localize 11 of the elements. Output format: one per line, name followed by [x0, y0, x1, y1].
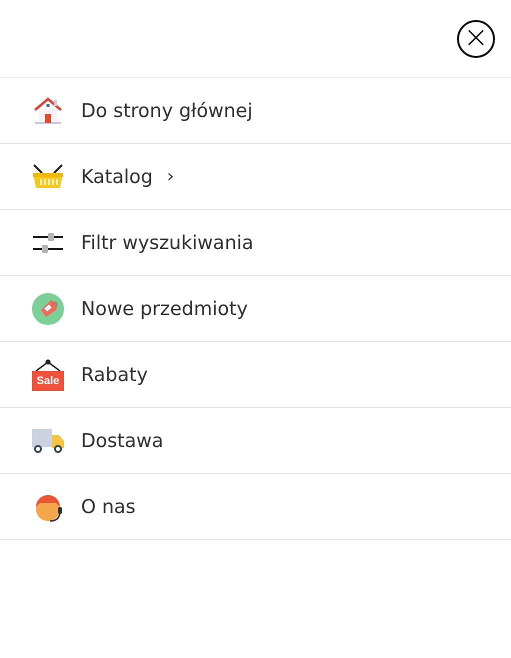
menu-item[interactable]: Nowe przedmioty — [0, 276, 511, 342]
tag-icon — [32, 292, 64, 324]
menu-item[interactable]: Katalog › — [0, 144, 511, 210]
menu-item[interactable]: Dostawa — [0, 408, 511, 474]
menu-item[interactable]: O nas — [0, 474, 511, 540]
chevron-icon: › — [166, 166, 174, 187]
menu-item[interactable]: Sale Rabaty — [0, 342, 511, 408]
menu-item[interactable]: Filtr wyszukiwania — [0, 210, 511, 276]
menu-item[interactable]: Do strony głównej — [0, 78, 511, 144]
close-button[interactable]: × — [457, 20, 495, 58]
house-icon — [32, 94, 64, 126]
